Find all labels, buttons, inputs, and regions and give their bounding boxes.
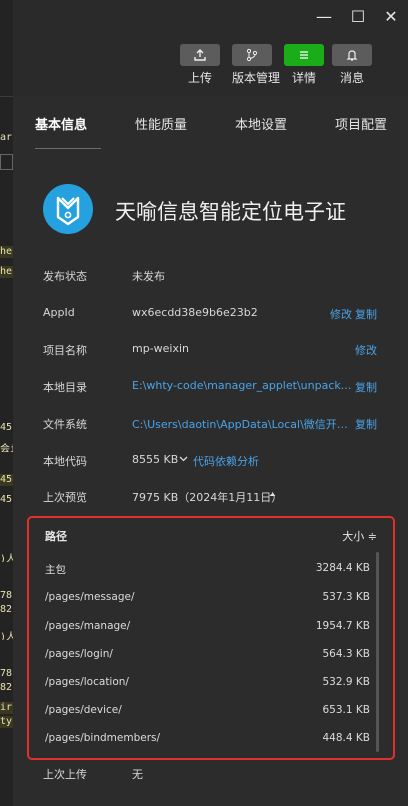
table-row: 主包 3284.4 KB — [45, 562, 370, 578]
details-button[interactable]: 详情 — [284, 44, 324, 86]
code-fragment: ty — [0, 716, 13, 728]
bell-icon — [332, 44, 372, 66]
upload-label: 上传 — [187, 71, 212, 85]
upload-button[interactable]: 上传 — [180, 44, 220, 86]
appid-copy-link[interactable]: 复制 — [355, 306, 377, 322]
code-fragment: 45 — [0, 422, 13, 433]
minimize-button[interactable]: — — [313, 6, 335, 28]
project-name-value: mp-weixin — [132, 342, 190, 355]
table-row: /pages/location/ 532.9 KB — [45, 676, 370, 692]
package-path: /pages/message/ — [45, 591, 135, 603]
local-dir-row: 本地目录 E:\whty-code\manager_applet\unpacka… — [43, 379, 393, 397]
package-size: 537.3 KB — [322, 591, 371, 603]
version-management-label: 版本管理 — [232, 71, 281, 85]
app-logo-icon — [43, 184, 93, 234]
file-system-copy-link[interactable]: 复制 — [355, 416, 377, 432]
editor-strip: ar he he 45 会i 45 45 )人 78 82 )人 78 82 i… — [0, 0, 13, 806]
package-path: /pages/login/ — [45, 648, 113, 660]
package-size: 532.9 KB — [322, 676, 371, 688]
close-button[interactable]: ✕ — [380, 6, 402, 28]
details-panel: 基本信息 性能质量 本地设置 项目配置 天喻信息智能定位电子证 发布状态 未发布… — [13, 96, 408, 806]
publish-status-row: 发布状态 未发布 — [43, 268, 393, 286]
chevron-up-icon[interactable] — [268, 489, 277, 502]
maximize-button[interactable]: ☐ — [347, 6, 369, 28]
package-size: 564.3 KB — [322, 648, 371, 660]
version-management-button[interactable]: 版本管理 — [232, 44, 281, 86]
top-bar: — ☐ ✕ 上传 版本管理 详情 消息 — [0, 0, 408, 96]
branch-icon — [232, 44, 272, 66]
package-path: /pages/location/ — [45, 676, 129, 688]
code-fragment: 82 — [0, 604, 13, 615]
package-size: 1954.7 KB — [315, 620, 370, 632]
code-fragment: ar — [0, 132, 13, 143]
appid-label: AppId — [43, 306, 75, 319]
project-name-edit-link[interactable]: 修改 — [355, 342, 377, 358]
code-fragment-box — [0, 154, 13, 170]
code-fragment: )人 — [0, 632, 13, 640]
last-upload-row: 上次上传 无 — [43, 766, 393, 784]
table-row: /pages/device/ 653.1 KB — [45, 704, 370, 720]
details-label: 详情 — [291, 71, 316, 85]
last-preview-value: 7975 KB（2024年1月11日） — [132, 491, 283, 504]
package-size: 653.1 KB — [322, 704, 371, 716]
code-fragment: 45 — [0, 494, 13, 505]
appid-value: wx6ecdd38e9b6e23b2 — [132, 306, 258, 319]
appid-edit-link[interactable]: 修改 — [330, 306, 352, 322]
local-code-row: 本地代码 8555 KB 代码依赖分析 — [43, 453, 393, 471]
menu-icon — [284, 44, 324, 66]
package-path: 主包 — [45, 564, 66, 576]
tab-project-config[interactable]: 项目配置 — [335, 114, 387, 133]
path-column-header: 路径 — [45, 530, 67, 543]
size-sort-header[interactable]: 大小 ≑ — [342, 528, 377, 544]
code-fragment: he — [0, 246, 13, 258]
code-fragment: 78 — [0, 590, 13, 601]
project-name-row: 项目名称 mp-weixin 修改 — [43, 342, 393, 360]
chevron-down-icon[interactable] — [179, 453, 188, 466]
code-dependency-analysis-link[interactable]: 代码依赖分析 — [193, 453, 259, 469]
table-scrollbar[interactable] — [376, 552, 379, 752]
last-upload-value: 无 — [132, 768, 143, 781]
table-row: /pages/message/ 537.3 KB — [45, 591, 370, 607]
tab-local-settings[interactable]: 本地设置 — [235, 114, 287, 133]
messages-button[interactable]: 消息 — [332, 44, 372, 86]
project-name-label: 项目名称 — [43, 344, 87, 357]
table-row: /pages/login/ 564.3 KB — [45, 648, 370, 664]
file-system-link[interactable]: C:\Users\daotin\AppData\Local\微信开发者工具\Us… — [132, 416, 354, 432]
code-fragment: 45 — [0, 474, 13, 486]
package-path: /pages/manage/ — [45, 620, 131, 632]
tab-bar: 基本信息 性能质量 本地设置 项目配置 — [13, 96, 408, 149]
package-size: 448.4 KB — [322, 732, 371, 744]
last-preview-row: 上次预览 7975 KB（2024年1月11日） — [43, 489, 393, 507]
local-code-value: 8555 KB — [132, 453, 179, 466]
appid-row: AppId wx6ecdd38e9b6e23b2 修改 复制 — [43, 306, 393, 324]
table-row: /pages/bindmembers/ 448.4 KB — [45, 732, 370, 748]
package-size-table: 路径 大小 ≑ 主包 3284.4 KB /pages/message/ 537… — [27, 516, 395, 760]
last-upload-label: 上次上传 — [43, 768, 87, 781]
package-size: 3284.4 KB — [315, 562, 370, 574]
code-fragment: he — [0, 266, 13, 278]
tab-performance[interactable]: 性能质量 — [135, 114, 187, 133]
table-row: /pages/manage/ 1954.7 KB — [45, 620, 370, 636]
package-path: /pages/bindmembers/ — [45, 732, 161, 744]
upload-icon — [180, 44, 220, 66]
code-fragment: ir — [0, 702, 13, 714]
file-system-row: 文件系统 C:\Users\daotin\AppData\Local\微信开发者… — [43, 416, 393, 434]
messages-label: 消息 — [339, 71, 364, 85]
tab-basic-info[interactable]: 基本信息 — [35, 114, 87, 133]
publish-status-value: 未发布 — [132, 270, 165, 283]
last-preview-label: 上次预览 — [43, 491, 87, 504]
publish-status-label: 发布状态 — [43, 270, 87, 283]
local-code-label: 本地代码 — [43, 455, 87, 468]
active-tab-indicator — [35, 148, 101, 149]
code-fragment: 会i — [0, 444, 13, 452]
local-dir-copy-link[interactable]: 复制 — [355, 379, 377, 395]
code-fragment: 78 — [0, 668, 13, 679]
code-fragment: 82 — [0, 682, 13, 693]
local-dir-label: 本地目录 — [43, 381, 87, 394]
local-dir-link[interactable]: E:\whty-code\manager_applet\unpackage\di… — [132, 379, 354, 392]
app-name: 天喻信息智能定位电子证 — [115, 200, 346, 224]
code-fragment: )人 — [0, 554, 13, 562]
package-path: /pages/device/ — [45, 704, 122, 716]
file-system-label: 文件系统 — [43, 418, 87, 431]
